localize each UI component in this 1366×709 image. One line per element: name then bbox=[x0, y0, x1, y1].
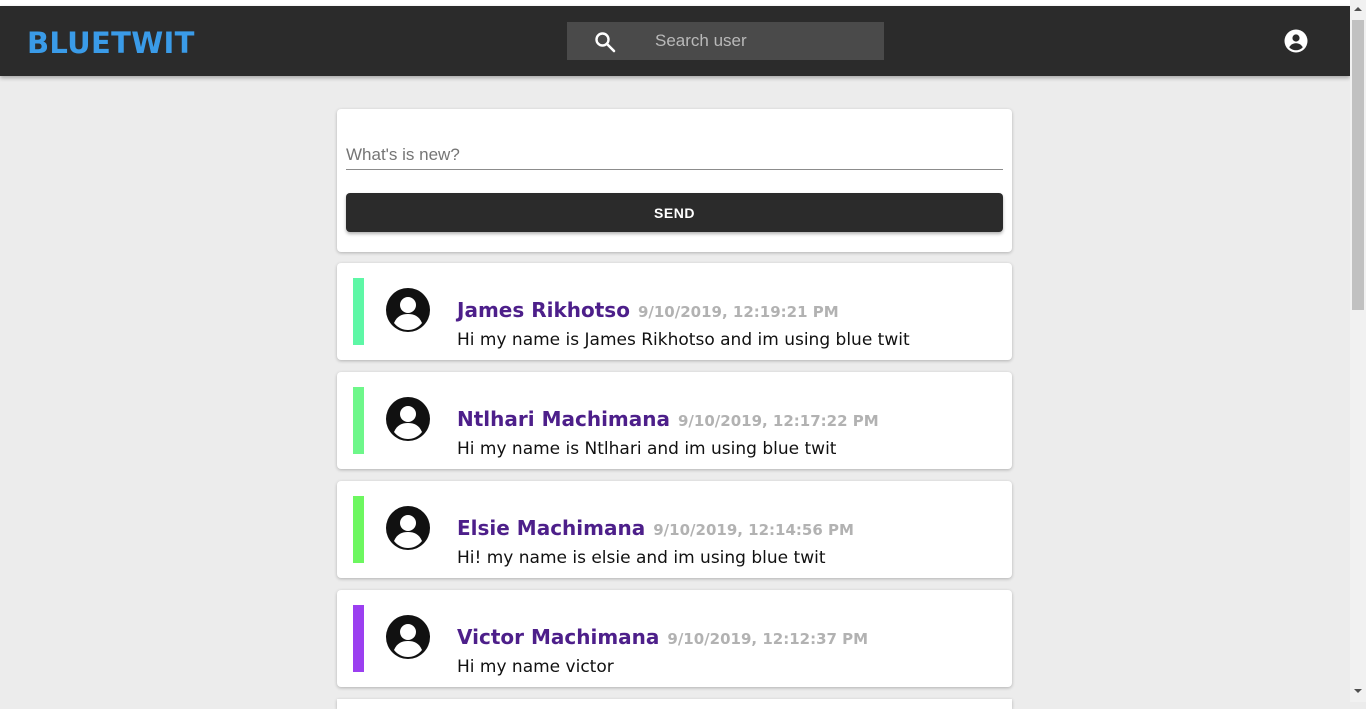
compose-input[interactable] bbox=[346, 141, 1003, 170]
post-author[interactable]: Ntlhari Machimana bbox=[457, 407, 670, 431]
post-author-line: Ntlhari Machimana 9/10/2019, 12:17:22 PM bbox=[457, 407, 879, 431]
post-card: Ntlhari Machimana 9/10/2019, 12:17:22 PM … bbox=[337, 372, 1012, 469]
avatar-icon[interactable] bbox=[385, 614, 431, 660]
vertical-scrollbar[interactable] bbox=[1350, 0, 1366, 702]
post-card: Victor Machimana 9/10/2019, 12:12:37 PM H… bbox=[337, 590, 1012, 687]
post-timestamp: 9/10/2019, 12:17:22 PM bbox=[678, 412, 879, 430]
post-accent-bar bbox=[353, 278, 364, 345]
search-icon[interactable] bbox=[593, 30, 617, 54]
post-message: Hi my name is James Rikhotso and im usin… bbox=[457, 330, 910, 350]
post-author-line: Victor Machimana 9/10/2019, 12:12:37 PM bbox=[457, 625, 868, 649]
account-circle-icon[interactable] bbox=[1284, 29, 1308, 53]
compose-card: SEND bbox=[337, 109, 1012, 252]
scrollbar-thumb[interactable] bbox=[1352, 20, 1364, 310]
brand-logo[interactable]: BLUETWIT bbox=[27, 26, 195, 60]
post-accent-bar bbox=[353, 496, 364, 563]
scroll-down-arrow-icon[interactable] bbox=[1350, 684, 1366, 698]
post-author-line: Elsie Machimana 9/10/2019, 12:14:56 PM bbox=[457, 516, 854, 540]
post-accent-bar bbox=[353, 387, 364, 454]
post-author[interactable]: James Rikhotso bbox=[457, 298, 630, 322]
post-author-line: James Rikhotso 9/10/2019, 12:19:21 PM bbox=[457, 298, 839, 322]
avatar-icon[interactable] bbox=[385, 396, 431, 442]
post-author[interactable]: Victor Machimana bbox=[457, 625, 659, 649]
post-card: Elsie Machimana 9/10/2019, 12:14:56 PM Hi… bbox=[337, 481, 1012, 578]
post-timestamp: 9/10/2019, 12:14:56 PM bbox=[653, 521, 854, 539]
post-card-partial bbox=[337, 699, 1012, 709]
avatar-icon[interactable] bbox=[385, 505, 431, 551]
post-message: Hi my name is Ntlhari and im using blue … bbox=[457, 439, 837, 459]
post-accent-bar bbox=[353, 605, 364, 672]
post-card: James Rikhotso 9/10/2019, 12:19:21 PM Hi … bbox=[337, 263, 1012, 360]
app-bar: BLUETWIT bbox=[0, 6, 1350, 76]
post-timestamp: 9/10/2019, 12:12:37 PM bbox=[667, 630, 869, 648]
search-input[interactable] bbox=[655, 22, 875, 60]
post-author[interactable]: Elsie Machimana bbox=[457, 516, 645, 540]
send-button[interactable]: SEND bbox=[346, 193, 1003, 232]
post-message: Hi! my name is elsie and im using blue t… bbox=[457, 548, 826, 568]
post-message: Hi my name victor bbox=[457, 657, 614, 677]
search-box[interactable] bbox=[567, 22, 884, 60]
scroll-up-arrow-icon[interactable] bbox=[1350, 2, 1366, 16]
post-timestamp: 9/10/2019, 12:19:21 PM bbox=[637, 303, 839, 321]
avatar-icon[interactable] bbox=[385, 287, 431, 333]
